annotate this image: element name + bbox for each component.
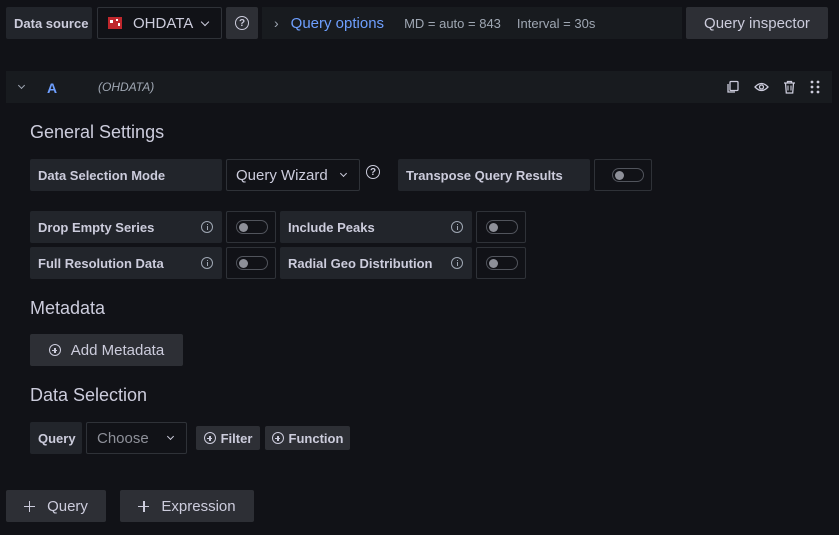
chevron-down-icon [200, 17, 210, 27]
datasource-name: OHDATA [133, 14, 194, 32]
chevron-down-icon [339, 169, 348, 178]
radial-geo-distribution-toggle[interactable] [486, 256, 518, 270]
add-function-button[interactable]: Function [265, 426, 350, 450]
data-selection-heading: Data Selection [30, 385, 148, 405]
plus-icon [24, 500, 36, 512]
add-metadata-button[interactable]: Add Metadata [30, 334, 183, 366]
drag-handle-icon[interactable] [810, 80, 820, 94]
full-resolution-data-label: Full Resolution Data [30, 247, 222, 279]
query-datasource-tag: (OHDATA) [98, 80, 155, 94]
drop-empty-series-label: Drop Empty Series [30, 211, 222, 243]
add-circle-icon [48, 344, 61, 356]
info-icon[interactable] [201, 257, 213, 269]
transpose-results-switch-box [594, 159, 652, 191]
add-query-button[interactable]: Query [6, 490, 106, 522]
full-resolution-data-switch-box [226, 247, 276, 279]
datasource-picker[interactable]: OHDATA [97, 7, 222, 39]
help-circle-icon: ? [235, 16, 249, 30]
duplicate-query-icon[interactable] [726, 80, 740, 94]
transpose-results-label: Transpose Query Results [398, 159, 590, 191]
eye-icon[interactable] [754, 81, 769, 93]
include-peaks-toggle[interactable] [486, 220, 518, 234]
metadata-heading: Metadata [30, 298, 106, 318]
trash-icon[interactable] [783, 80, 796, 94]
chevron-right-icon: › [274, 15, 279, 31]
query-label: Query [30, 422, 82, 454]
info-icon[interactable] [451, 257, 463, 269]
data-source-label: Data source [6, 7, 92, 39]
drop-empty-series-switch-box [226, 211, 276, 243]
full-resolution-data-toggle[interactable] [236, 256, 268, 270]
add-circle-icon [203, 432, 216, 444]
include-peaks-switch-box [476, 211, 526, 243]
general-settings-heading: General Settings [30, 122, 165, 142]
query-select[interactable]: Choose [86, 422, 187, 454]
add-expression-button[interactable]: Expression [120, 490, 254, 522]
help-circle-icon[interactable]: ? [366, 165, 380, 179]
drop-empty-series-toggle[interactable] [236, 220, 268, 234]
data-selection-mode-label: Data Selection Mode [30, 159, 222, 191]
info-icon[interactable] [201, 221, 213, 233]
add-filter-button[interactable]: Filter [196, 426, 260, 450]
radial-geo-distribution-label: Radial Geo Distribution [280, 247, 472, 279]
transpose-results-toggle[interactable] [612, 168, 644, 182]
query-ref-id[interactable]: A [47, 80, 57, 96]
interval-info: Interval = 30s [516, 15, 596, 31]
chevron-down-icon [166, 432, 175, 441]
radial-geo-distribution-switch-box [476, 247, 526, 279]
max-data-points-info: MD = auto = 843 [404, 15, 501, 31]
query-options-bar[interactable]: › Query options MD = auto = 843 Interval… [262, 7, 682, 39]
ohdata-logo-icon [108, 17, 122, 29]
include-peaks-label: Include Peaks [280, 211, 472, 243]
plus-icon [138, 500, 150, 512]
add-circle-icon [271, 432, 284, 444]
data-selection-mode-select[interactable]: Query Wizard [226, 159, 360, 191]
query-options-label[interactable]: Query options [291, 15, 384, 32]
datasource-help-button[interactable]: ? [226, 7, 258, 39]
info-icon[interactable] [451, 221, 463, 233]
query-inspector-button[interactable]: Query inspector [686, 7, 828, 39]
